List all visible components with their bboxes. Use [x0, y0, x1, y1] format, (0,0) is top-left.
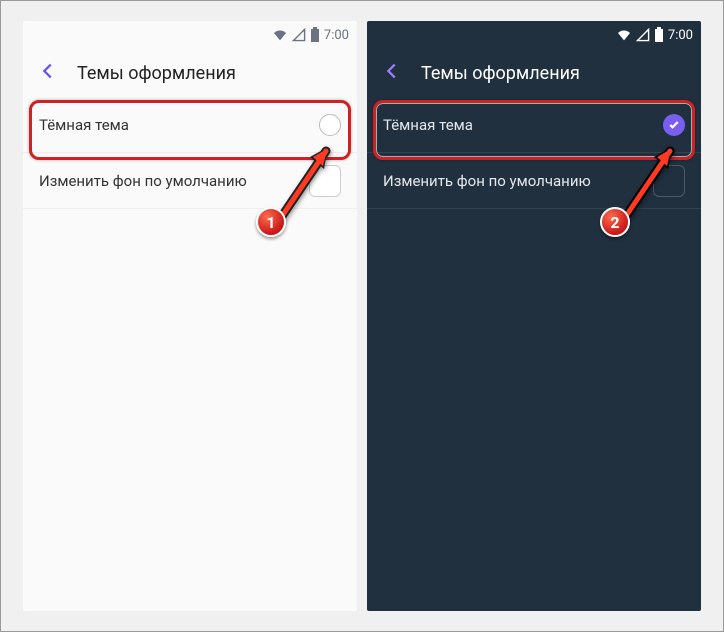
- app-bar: Темы оформления: [23, 49, 357, 97]
- background-thumbnail[interactable]: [653, 165, 685, 197]
- dark-theme-toggle-on[interactable]: [663, 114, 685, 136]
- change-background-row[interactable]: Изменить фон по умолчанию: [23, 153, 357, 209]
- change-background-row[interactable]: Изменить фон по умолчанию: [367, 153, 701, 209]
- change-background-label: Изменить фон по умолчанию: [39, 172, 247, 190]
- change-background-label: Изменить фон по умолчанию: [383, 172, 591, 190]
- dark-theme-row[interactable]: Тёмная тема: [23, 97, 357, 153]
- background-thumbnail[interactable]: [309, 165, 341, 197]
- dark-theme-toggle-off[interactable]: [319, 114, 341, 136]
- phone-screen-light: 7:00 Темы оформления Тёмная тема Изменит…: [23, 21, 357, 611]
- phone-screen-dark: 7:00 Темы оформления Тёмная тема Изменит…: [367, 21, 701, 611]
- signal-icon: [292, 28, 306, 42]
- dark-theme-label: Тёмная тема: [39, 116, 129, 134]
- battery-icon: [654, 27, 664, 43]
- status-bar: 7:00: [23, 21, 357, 49]
- page-title: Темы оформления: [421, 63, 580, 84]
- dark-theme-row[interactable]: Тёмная тема: [367, 97, 701, 153]
- back-icon[interactable]: [381, 60, 403, 87]
- wifi-icon: [616, 28, 632, 42]
- battery-icon: [310, 27, 320, 43]
- back-icon[interactable]: [37, 60, 59, 87]
- page-title: Темы оформления: [77, 63, 236, 84]
- app-bar: Темы оформления: [367, 49, 701, 97]
- status-bar: 7:00: [367, 21, 701, 49]
- annotation-badge-1: 1: [256, 207, 286, 237]
- wifi-icon: [272, 28, 288, 42]
- signal-icon: [636, 28, 650, 42]
- annotation-badge-2: 2: [600, 207, 630, 237]
- status-time: 7:00: [668, 28, 693, 43]
- dark-theme-label: Тёмная тема: [383, 116, 473, 134]
- status-time: 7:00: [324, 28, 349, 43]
